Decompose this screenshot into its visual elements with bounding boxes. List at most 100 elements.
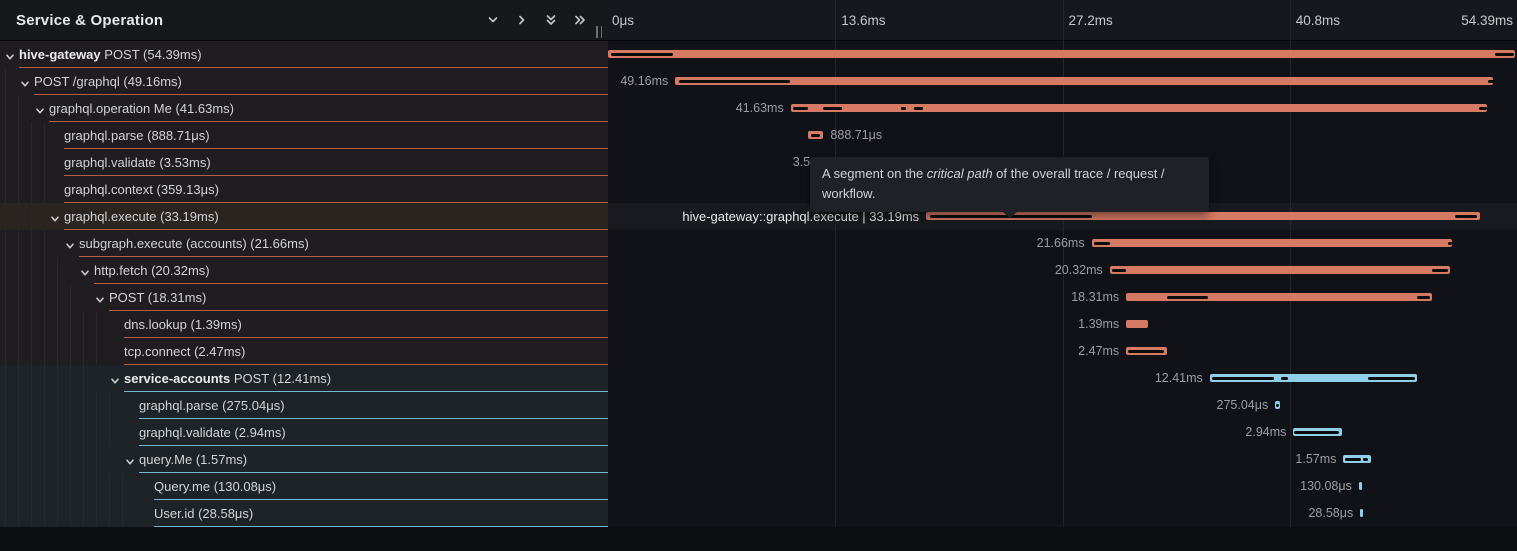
critical-path-segment[interactable] bbox=[1345, 458, 1360, 461]
collapse-chevron-icon[interactable] bbox=[50, 211, 60, 229]
collapse-chevron-icon[interactable] bbox=[125, 454, 135, 472]
critical-path-segment[interactable] bbox=[1294, 431, 1339, 434]
indent-guide bbox=[31, 122, 32, 149]
indent-guide bbox=[5, 392, 6, 419]
span-bar[interactable] bbox=[1126, 293, 1432, 301]
indent-guide bbox=[96, 446, 97, 473]
span-tree-cell[interactable]: User.id (28.58μs) bbox=[0, 500, 608, 527]
critical-path-segment[interactable] bbox=[1432, 269, 1447, 272]
span-tree-cell[interactable]: subgraph.execute (accounts) (21.66ms) bbox=[0, 230, 608, 257]
span-tree-cell[interactable]: POST (18.31ms) bbox=[0, 284, 608, 311]
chevron-right-icon[interactable] bbox=[514, 12, 530, 28]
span-tree-cell[interactable]: tcp.connect (2.47ms) bbox=[0, 338, 608, 365]
span-label: POST (18.31ms) bbox=[109, 284, 206, 311]
collapse-chevron-icon[interactable] bbox=[20, 76, 30, 94]
critical-path-segment[interactable] bbox=[1212, 377, 1275, 380]
span-tree-cell[interactable]: query.Me (1.57ms) bbox=[0, 446, 608, 473]
chevrons-right-icon[interactable] bbox=[572, 12, 588, 28]
span-tree-cell[interactable]: service-accounts POST (12.41ms) bbox=[0, 365, 608, 392]
indent-guide bbox=[31, 149, 32, 176]
collapse-chevron-icon[interactable] bbox=[80, 265, 90, 283]
span-tree-cell[interactable]: graphql.parse (275.04μs) bbox=[0, 392, 608, 419]
span-tree-cell[interactable]: Query.me (130.08μs) bbox=[0, 473, 608, 500]
span-bar[interactable] bbox=[1210, 374, 1417, 382]
indent-guide bbox=[5, 419, 6, 446]
trace-viewer: Service & Operation 0μs13.6ms27.2ms40.8m… bbox=[0, 0, 1517, 551]
critical-path-segment[interactable] bbox=[1488, 80, 1496, 83]
span-bar[interactable] bbox=[1126, 347, 1167, 355]
critical-path-segment[interactable] bbox=[1479, 107, 1487, 110]
span-bar[interactable] bbox=[675, 77, 1493, 85]
footer-strip bbox=[0, 527, 1517, 551]
panel-splitter-grip[interactable] bbox=[592, 26, 606, 39]
span-tree-cell[interactable]: POST /graphql (49.16ms) bbox=[0, 68, 608, 95]
span-tree-cell[interactable]: graphql.validate (2.94ms) bbox=[0, 419, 608, 446]
span-tree-cell[interactable]: hive-gateway POST (54.39ms) bbox=[0, 41, 608, 68]
indent-guide bbox=[31, 176, 32, 203]
span-duration-label: 21.66ms bbox=[1037, 230, 1085, 257]
critical-path-segment[interactable] bbox=[611, 53, 673, 56]
critical-path-segment[interactable] bbox=[823, 107, 841, 110]
critical-path-segment[interactable] bbox=[901, 107, 906, 110]
indent-guide bbox=[18, 95, 19, 122]
span-bar[interactable] bbox=[1126, 320, 1148, 328]
indent-guide bbox=[31, 473, 32, 500]
span-tree-cell[interactable]: dns.lookup (1.39ms) bbox=[0, 311, 608, 338]
span-bar[interactable] bbox=[1360, 509, 1363, 517]
critical-path-segment[interactable] bbox=[1167, 296, 1208, 299]
span-bar[interactable] bbox=[1275, 401, 1280, 409]
critical-path-segment[interactable] bbox=[1448, 242, 1453, 245]
critical-path-segment[interactable] bbox=[811, 134, 820, 137]
span-bar[interactable] bbox=[1343, 455, 1370, 463]
indent-guide bbox=[5, 203, 6, 230]
span-duration-label: 1.57ms bbox=[1295, 446, 1336, 473]
critical-path-segment[interactable] bbox=[1368, 377, 1415, 380]
critical-path-segment[interactable] bbox=[1281, 377, 1288, 380]
chevron-down-icon[interactable] bbox=[485, 12, 501, 28]
span-bar[interactable] bbox=[1359, 482, 1362, 490]
indent-guide bbox=[44, 338, 45, 365]
collapse-chevron-icon[interactable] bbox=[65, 238, 75, 256]
span-tree-cell[interactable]: graphql.parse (888.71μs) bbox=[0, 122, 608, 149]
critical-path-segment[interactable] bbox=[679, 80, 790, 83]
critical-path-segment[interactable] bbox=[1128, 350, 1164, 353]
span-bar[interactable] bbox=[608, 50, 1515, 58]
critical-path-segment[interactable] bbox=[1417, 296, 1430, 299]
span-tree-cell[interactable]: graphql.execute (33.19ms) bbox=[0, 203, 608, 230]
collapse-chevron-icon[interactable] bbox=[35, 103, 45, 121]
span-duration-label: 1.39ms bbox=[1078, 311, 1119, 338]
indent-guide bbox=[5, 176, 6, 203]
indent-guide bbox=[57, 392, 58, 419]
span-label: hive-gateway POST (54.39ms) bbox=[19, 41, 202, 68]
span-duration-label: 28.58μs bbox=[1308, 500, 1353, 527]
span-label: subgraph.execute (accounts) (21.66ms) bbox=[79, 230, 309, 257]
critical-path-segment[interactable] bbox=[1495, 53, 1514, 56]
service-name: service-accounts bbox=[124, 371, 230, 386]
span-timeline-cell[interactable]: 20.32ms bbox=[608, 257, 1517, 284]
critical-path-segment[interactable] bbox=[914, 107, 923, 110]
span-timeline-cell[interactable]: 21.66ms bbox=[608, 230, 1517, 257]
collapse-chevron-icon[interactable] bbox=[95, 292, 105, 310]
critical-path-segment[interactable] bbox=[1363, 458, 1368, 461]
critical-path-segment[interactable] bbox=[1276, 404, 1279, 407]
collapse-chevron-icon[interactable] bbox=[5, 49, 15, 67]
tree-toolbar bbox=[485, 12, 608, 28]
span-bar[interactable] bbox=[791, 104, 1487, 112]
chevrons-down-icon[interactable] bbox=[543, 12, 559, 28]
critical-path-segment[interactable] bbox=[1455, 215, 1477, 218]
critical-path-segment[interactable] bbox=[1112, 269, 1126, 272]
span-bar[interactable] bbox=[1293, 428, 1342, 436]
indent-guide bbox=[44, 500, 45, 527]
span-tree-cell[interactable]: graphql.operation Me (41.63ms) bbox=[0, 95, 608, 122]
critical-path-segment[interactable] bbox=[1094, 242, 1109, 245]
indent-guide bbox=[70, 284, 71, 311]
span-bar[interactable] bbox=[808, 131, 823, 139]
span-bar[interactable] bbox=[1092, 239, 1453, 247]
critical-path-segment[interactable] bbox=[793, 107, 808, 110]
span-bar[interactable] bbox=[1110, 266, 1450, 274]
span-tree-cell[interactable]: graphql.validate (3.53ms) bbox=[0, 149, 608, 176]
span-tree-cell[interactable]: http.fetch (20.32ms) bbox=[0, 257, 608, 284]
span-tree-cell[interactable]: graphql.context (359.13μs) bbox=[0, 176, 608, 203]
span-label: tcp.connect (2.47ms) bbox=[124, 338, 245, 365]
collapse-chevron-icon[interactable] bbox=[110, 373, 120, 391]
